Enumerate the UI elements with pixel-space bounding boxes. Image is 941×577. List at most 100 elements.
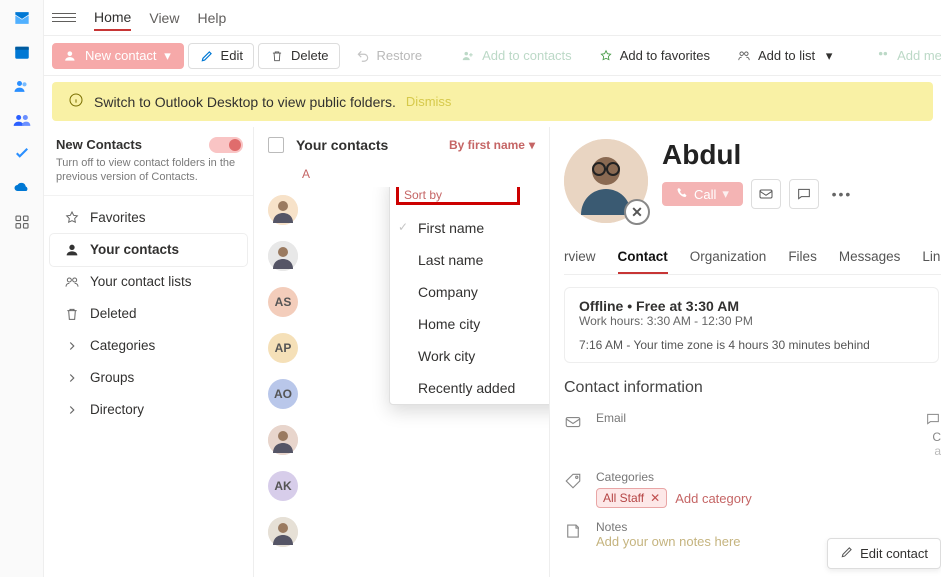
- person-plus-icon: [63, 48, 79, 64]
- contact-row[interactable]: AK: [254, 463, 549, 509]
- detail-tab-files[interactable]: Files: [788, 241, 817, 274]
- hamburger-icon[interactable]: [52, 6, 76, 30]
- remove-tag-icon[interactable]: ✕: [650, 491, 660, 505]
- contact-detail-panel: ✕ Abdul Call ▾ •••: [550, 127, 941, 577]
- todo-icon[interactable]: [12, 144, 32, 164]
- contact-list: Sort by First nameLast nameCompanyHome c…: [254, 187, 549, 577]
- sidebar-item-label: Favorites: [90, 210, 146, 225]
- contact-row[interactable]: [254, 417, 549, 463]
- new-contacts-toggle[interactable]: [209, 137, 243, 153]
- add-to-favorites-button[interactable]: Add to favorites: [587, 43, 721, 69]
- add-category-link[interactable]: Add category: [675, 491, 752, 506]
- sidebar-item-favorites[interactable]: Favorites: [50, 202, 247, 234]
- sidebar-item-groups[interactable]: Groups: [50, 362, 247, 394]
- restore-label: Restore: [377, 48, 423, 63]
- onedrive-icon[interactable]: [12, 178, 32, 198]
- calendar-icon[interactable]: [12, 42, 32, 62]
- categories-label: Categories: [596, 470, 752, 484]
- person-icon: [64, 242, 80, 258]
- detail-tab-contact[interactable]: Contact: [618, 241, 668, 274]
- members-icon: [875, 48, 891, 64]
- sidebar-item-label: Groups: [90, 370, 134, 385]
- avatar: AK: [268, 471, 298, 501]
- add-to-contacts-label: Add to contacts: [482, 48, 572, 63]
- contact-info-heading: Contact information: [564, 379, 941, 397]
- chat-bubble-icon[interactable]: [925, 416, 941, 430]
- contact-list-header: Your contacts By first name ▾: [254, 127, 549, 163]
- sort-option-last-name[interactable]: Last name: [390, 244, 549, 276]
- delete-button[interactable]: Delete: [258, 43, 340, 69]
- add-to-list-label: Add to list: [758, 48, 815, 63]
- new-contact-button[interactable]: New contact ▾: [52, 43, 184, 69]
- sort-label: By first name: [449, 138, 525, 152]
- groups-icon[interactable]: [12, 110, 32, 130]
- mail-button[interactable]: [751, 179, 781, 209]
- sort-option-company[interactable]: Company: [390, 276, 549, 308]
- sidebar-item-deleted[interactable]: Deleted: [50, 298, 247, 330]
- tag-icon: [564, 472, 582, 490]
- apps-icon[interactable]: [12, 212, 32, 232]
- person-add-icon: [460, 48, 476, 64]
- chev-icon: [64, 370, 80, 386]
- sort-option-recently-added[interactable]: Recently added: [390, 372, 549, 404]
- sidebar-item-label: Your contact lists: [90, 274, 192, 289]
- note-icon: [564, 522, 582, 540]
- delete-label: Delete: [291, 48, 329, 63]
- sidebar-item-your-contacts[interactable]: Your contacts: [50, 234, 247, 266]
- avatar: [268, 241, 298, 271]
- sort-option-first-name[interactable]: First name: [390, 212, 549, 244]
- chev-icon: [64, 338, 80, 354]
- add-to-contacts-button: Add to contacts: [449, 43, 583, 69]
- detail-tab-organization[interactable]: Organization: [690, 241, 767, 274]
- chat-initial: C: [925, 430, 941, 444]
- avatar: AP: [268, 333, 298, 363]
- people-icon[interactable]: [12, 76, 32, 96]
- sidebar-item-your-contact-lists[interactable]: Your contact lists: [50, 266, 247, 298]
- nav-list: Favorites Your contacts Your contact lists…: [44, 196, 253, 432]
- public-folders-banner: Switch to Outlook Desktop to view public…: [52, 82, 933, 121]
- notes-placeholder[interactable]: Add your own notes here: [596, 534, 741, 549]
- availability-card: Offline • Free at 3:30 AM Work hours: 3:…: [564, 287, 939, 363]
- categories-field: Categories All Staff ✕ Add category: [564, 464, 941, 514]
- edit-contact-label: Edit contact: [860, 546, 928, 561]
- contact-row[interactable]: [254, 509, 549, 555]
- new-contacts-toggle-section: New Contacts Turn off to view contact fo…: [44, 127, 253, 196]
- select-all-checkbox[interactable]: [268, 137, 284, 153]
- tab-help[interactable]: Help: [197, 6, 226, 30]
- avatar: AO: [268, 379, 298, 409]
- tab-view[interactable]: View: [149, 6, 179, 30]
- trash-icon: [269, 48, 285, 64]
- detail-tab-messages[interactable]: Messages: [839, 241, 901, 274]
- sort-dropdown[interactable]: By first name ▾: [449, 138, 535, 152]
- presence-badge: ✕: [624, 199, 650, 225]
- add-to-list-button[interactable]: Add to list ▾: [725, 43, 848, 69]
- sort-option-work-city[interactable]: Work city: [390, 340, 549, 372]
- alpha-separator: A: [254, 163, 549, 187]
- mail-icon[interactable]: [12, 8, 32, 28]
- sidebar-item-categories[interactable]: Categories: [50, 330, 247, 362]
- tab-home[interactable]: Home: [94, 5, 131, 31]
- pencil-icon: [199, 48, 215, 64]
- sidebar-item-label: Directory: [90, 402, 144, 417]
- email-field: Email C a: [564, 405, 941, 464]
- chevron-down-icon: ▾: [163, 51, 173, 61]
- banner-dismiss[interactable]: Dismiss: [406, 94, 452, 109]
- category-tag[interactable]: All Staff ✕: [596, 488, 667, 508]
- sidebar-item-label: Categories: [90, 338, 155, 353]
- sidebar-item-label: Your contacts: [90, 242, 179, 257]
- work-hours: Work hours: 3:30 AM - 12:30 PM: [579, 314, 924, 328]
- sidebar-item-directory[interactable]: Directory: [50, 394, 247, 426]
- sort-menu-header: Sort by: [390, 187, 549, 208]
- trash-icon: [64, 306, 80, 322]
- edit-button[interactable]: Edit: [188, 43, 254, 69]
- detail-tab-linkedin[interactable]: LinkedIn: [922, 241, 941, 274]
- mail-icon: [564, 413, 582, 431]
- call-button[interactable]: Call ▾: [662, 182, 743, 206]
- chat-button[interactable]: [789, 179, 819, 209]
- edit-contact-button[interactable]: Edit contact: [827, 538, 941, 569]
- sort-option-home-city[interactable]: Home city: [390, 308, 549, 340]
- detail-tab-overview[interactable]: rview: [564, 241, 596, 274]
- more-button[interactable]: •••: [827, 179, 857, 209]
- add-members-button: Add members: [864, 43, 941, 69]
- detail-tabs: rview Contact Organization Files Messages Lin…: [564, 241, 941, 275]
